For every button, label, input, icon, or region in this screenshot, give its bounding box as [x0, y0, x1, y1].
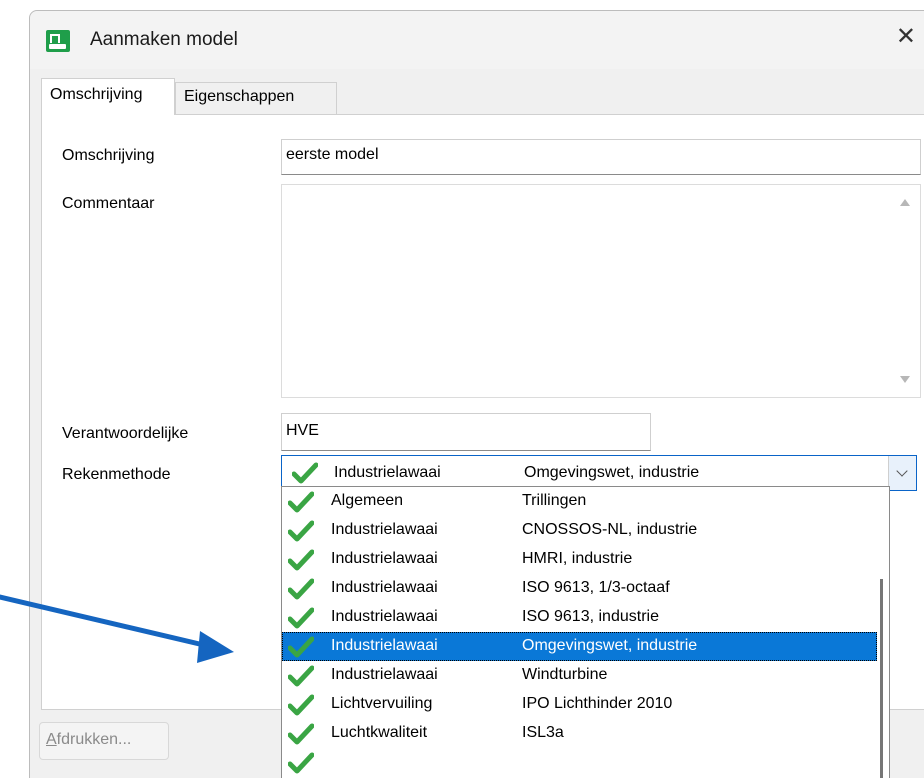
print-button-label: fdrukken...: [56, 731, 132, 748]
print-button-accel: A: [46, 731, 57, 748]
list-item-selected[interactable]: Industrielawaai Omgevingswet, industrie: [282, 632, 877, 661]
check-icon: [288, 665, 314, 687]
omschrijving-value: eerste model: [286, 146, 379, 163]
check-icon: [288, 723, 314, 745]
list-item-category: Industrielawaai: [331, 521, 438, 538]
commentaar-scrollbar[interactable]: [890, 185, 920, 397]
list-item-method: Trillingen: [522, 492, 587, 509]
list-item-method: Omgevingswet, industrie: [522, 637, 698, 654]
list-item[interactable]: Industrielawaai HMRI, industrie: [282, 545, 877, 574]
rekenmethode-label: Rekenmethode: [62, 466, 171, 483]
check-icon: [288, 636, 314, 658]
scroll-down-icon[interactable]: [900, 376, 910, 383]
app-logo-icon: [46, 30, 70, 52]
list-item[interactable]: Industrielawaai Windturbine: [282, 661, 877, 690]
chevron-down-icon: [896, 465, 908, 477]
tab-omschrijving[interactable]: Omschrijving: [41, 78, 175, 115]
list-item-category: Industrielawaai: [331, 579, 438, 596]
check-icon: [288, 549, 314, 571]
check-icon: [292, 462, 318, 484]
omschrijving-field[interactable]: eerste model: [281, 139, 921, 175]
verantwoordelijke-value: HVE: [286, 422, 319, 439]
list-item-method: HMRI, industrie: [522, 550, 633, 567]
list-item-category: Luchtkwaliteit: [331, 724, 428, 741]
list-item-method: ISO 9613, 1/3-octaaf: [522, 579, 670, 596]
list-item-category: Industrielawaai: [331, 637, 438, 654]
list-item[interactable]: Algemeen Trillingen: [282, 487, 877, 516]
list-item-method: CNOSSOS-NL, industrie: [522, 521, 698, 538]
check-icon: [288, 607, 314, 629]
combo-dropdown-button[interactable]: [888, 456, 916, 490]
list-item-method: ISO 9613, industrie: [522, 608, 659, 625]
list-item[interactable]: Industrielawaai ISO 9613, 1/3-octaaf: [282, 574, 877, 603]
tab-omschrijving-label: Omschrijving: [50, 86, 143, 103]
omschrijving-label: Omschrijving: [62, 147, 155, 164]
verantwoordelijke-field[interactable]: HVE: [281, 413, 651, 451]
list-item[interactable]: Industrielawaai ISO 9613, industrie: [282, 603, 877, 632]
title-bar[interactable]: Aanmaken model ✕: [30, 11, 924, 69]
tab-eigenschappen-label: Eigenschappen: [184, 88, 295, 105]
list-item-partial[interactable]: [282, 748, 877, 777]
close-icon[interactable]: ✕: [896, 25, 916, 49]
commentaar-label: Commentaar: [62, 195, 155, 212]
check-icon: [288, 520, 314, 542]
check-icon: [288, 578, 314, 600]
tab-eigenschappen[interactable]: Eigenschappen: [175, 82, 337, 114]
verantwoordelijke-label: Verantwoordelijke: [62, 425, 189, 442]
rekenmethode-method: Omgevingswet, industrie: [524, 464, 700, 481]
dropdown-scrollbar[interactable]: [880, 579, 883, 778]
list-item-category: Industrielawaai: [331, 666, 438, 683]
list-item-category: Industrielawaai: [331, 550, 438, 567]
list-item-method: Windturbine: [522, 666, 608, 683]
print-button[interactable]: Afdrukken...: [39, 722, 169, 760]
check-icon: [288, 491, 314, 513]
list-item-method: ISL3a: [522, 724, 564, 741]
check-icon: [288, 752, 314, 774]
commentaar-textarea[interactable]: [281, 184, 921, 398]
list-item[interactable]: Industrielawaai CNOSSOS-NL, industrie: [282, 516, 877, 545]
check-icon: [288, 694, 314, 716]
rekenmethode-dropdown-list[interactable]: Algemeen Trillingen Industrielawaai CNOS…: [281, 486, 890, 778]
list-item[interactable]: Lichtvervuiling IPO Lichthinder 2010: [282, 690, 877, 719]
list-item-category: Industrielawaai: [331, 608, 438, 625]
list-item-category: Lichtvervuiling: [331, 695, 433, 712]
rekenmethode-category: Industrielawaai: [334, 464, 441, 481]
list-item[interactable]: Luchtkwaliteit ISL3a: [282, 719, 877, 748]
list-item-method: IPO Lichthinder 2010: [522, 695, 673, 712]
scroll-up-icon[interactable]: [900, 199, 910, 206]
window-title: Aanmaken model: [90, 29, 238, 50]
list-item-category: Algemeen: [331, 492, 404, 509]
